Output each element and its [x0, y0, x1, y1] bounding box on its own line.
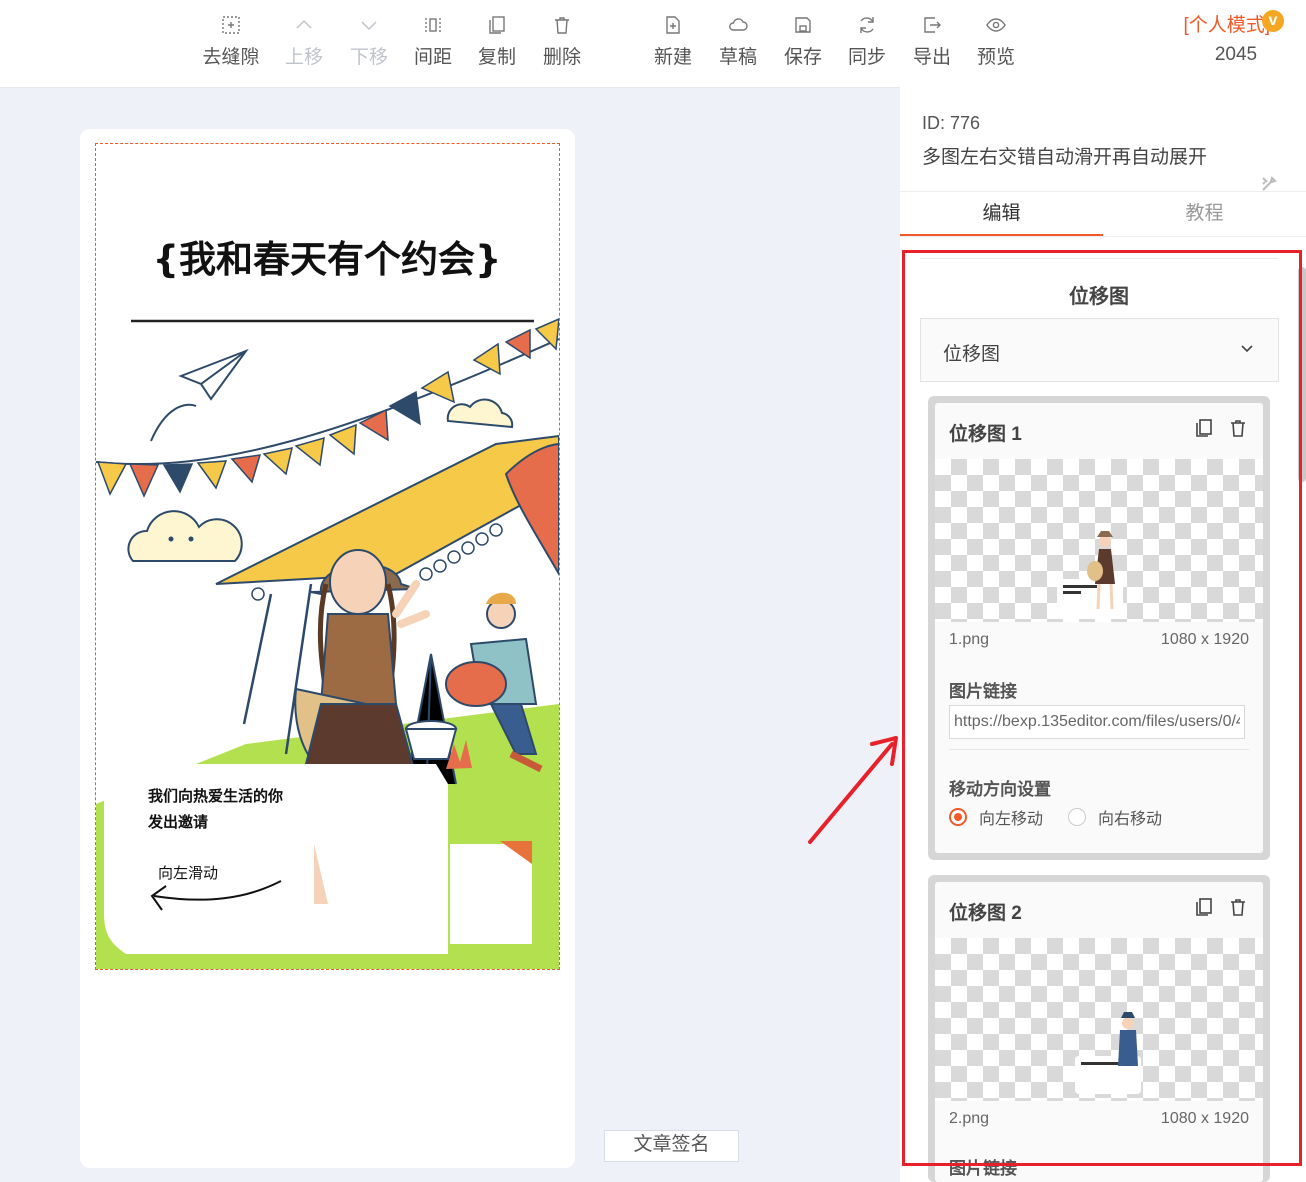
radio-checked-icon [949, 808, 967, 826]
sync-label: 同步 [847, 47, 886, 68]
image-link-input[interactable] [949, 705, 1245, 739]
copy-icon [465, 10, 529, 40]
article-signature-button[interactable]: 文章签名 [604, 1130, 739, 1162]
chevron-down-icon [337, 10, 401, 40]
direction-label: 移动方向设置 [949, 780, 1051, 799]
component-select[interactable]: 位移图 [920, 318, 1279, 382]
image-thumbnail[interactable] [935, 938, 1263, 1101]
radio-move-right-label: 向右移动 [1098, 811, 1163, 828]
file-name: 1.png [949, 631, 990, 648]
poster-illustration: {我和春天有个约会} 我们向热爱生活的你 发出邀请 向左滑动 [96, 238, 559, 969]
eye-icon [964, 10, 1028, 40]
image-link-label: 图片链接 [949, 1159, 1017, 1178]
spacing-button[interactable]: 间距 [401, 10, 465, 69]
personal-mode-toggle[interactable]: [个人模式]v [1183, 10, 1284, 37]
move-up-button[interactable]: 上移 [272, 10, 336, 69]
remove-gap-icon [199, 10, 263, 40]
move-down-button[interactable]: 下移 [337, 10, 401, 69]
copy-label: 复制 [477, 47, 516, 68]
panel-tabs: 编辑 教程 [900, 191, 1306, 237]
copy-button[interactable]: 复制 [465, 10, 529, 69]
annotation-arrow-icon [808, 736, 898, 844]
file-size: 1080 x 1920 [1160, 1110, 1249, 1127]
vip-badge-icon: v [1262, 10, 1284, 32]
image-link-label: 图片链接 [949, 682, 1017, 701]
export-button[interactable]: 导出 [900, 10, 964, 69]
trash-icon[interactable] [1227, 417, 1249, 439]
export-label: 导出 [912, 47, 951, 68]
swipe-hint: 向左滑动 [158, 864, 218, 882]
sync-icon [835, 10, 899, 40]
delete-label: 删除 [542, 47, 581, 68]
delete-button[interactable]: 删除 [530, 10, 594, 69]
shift-image-card-2: 位移图 2 2.png 1080 x 1920 图片链接 [928, 875, 1270, 1182]
copy-icon[interactable] [1193, 417, 1215, 439]
sync-button[interactable]: 同步 [835, 10, 899, 69]
save-icon [771, 10, 835, 40]
spacing-icon [401, 10, 465, 40]
trash-icon[interactable] [1227, 896, 1249, 918]
draft-label: 草稿 [718, 47, 757, 68]
panel-scrollbar[interactable] [1298, 267, 1306, 482]
copy-icon[interactable] [1193, 896, 1215, 918]
cloud-icon [706, 10, 770, 40]
spacing-label: 间距 [413, 47, 452, 68]
move-up-label: 上移 [284, 47, 323, 68]
counter: 2045 [1214, 44, 1258, 65]
shift-image-card-1: 位移图 1 1.png 1080 x 1920 图片链接 移动方向设置 向左移动 [928, 396, 1270, 860]
thumbnail-figure [1057, 531, 1123, 619]
preview-button[interactable]: 预览 [964, 10, 1028, 69]
save-button[interactable]: 保存 [771, 10, 835, 69]
radio-move-left[interactable]: 向左移动 [949, 805, 1043, 829]
radio-unchecked-icon [1068, 808, 1086, 826]
chevron-up-icon [272, 10, 336, 40]
new-button[interactable]: 新建 [641, 10, 705, 69]
new-file-icon [641, 10, 705, 40]
section-divider [920, 258, 1278, 259]
invite-line-1: 我们向热爱生活的你 [148, 787, 283, 805]
radio-move-right[interactable]: 向右移动 [1068, 805, 1162, 829]
file-size: 1080 x 1920 [1160, 631, 1249, 648]
trash-icon [530, 10, 594, 40]
template-name: 多图左右交错自动滑开再自动展开 [922, 147, 1208, 168]
chevron-down-icon [1241, 345, 1253, 353]
card-title: 位移图 2 [949, 903, 1022, 924]
mode-label: [个人模式] [1183, 15, 1270, 36]
top-toolbar: 去缝隙 上移 下移 间距 复制 删除 新建 草稿 保存 同步 导出 预览 [个人… [0, 0, 1306, 88]
thumbnail-figure [1075, 1012, 1141, 1094]
file-name: 2.png [949, 1110, 990, 1127]
template-id: ID: 776 [922, 113, 981, 133]
preview-label: 预览 [976, 47, 1015, 68]
remove-gap-label: 去缝隙 [202, 47, 260, 68]
remove-gap-button[interactable]: 去缝隙 [199, 10, 263, 69]
new-label: 新建 [653, 47, 692, 68]
image-thumbnail[interactable] [935, 459, 1263, 622]
move-down-label: 下移 [349, 47, 388, 68]
card-divider [949, 749, 1249, 750]
draft-button[interactable]: 草稿 [706, 10, 770, 69]
invite-line-2: 发出邀请 [147, 813, 208, 831]
card-title: 位移图 1 [949, 424, 1022, 445]
export-icon [900, 10, 964, 40]
save-label: 保存 [783, 47, 822, 68]
poster-title: {我和春天有个约会} [153, 238, 502, 281]
radio-move-left-label: 向左移动 [979, 811, 1044, 828]
selected-poster-block[interactable]: {我和春天有个约会} 我们向热爱生活的你 发出邀请 向左滑动 [95, 143, 560, 970]
tab-edit[interactable]: 编辑 [900, 192, 1103, 236]
component-select-value: 位移图 [943, 344, 1001, 365]
tab-tutorial[interactable]: 教程 [1103, 192, 1306, 236]
section-title: 位移图 [1069, 286, 1129, 308]
